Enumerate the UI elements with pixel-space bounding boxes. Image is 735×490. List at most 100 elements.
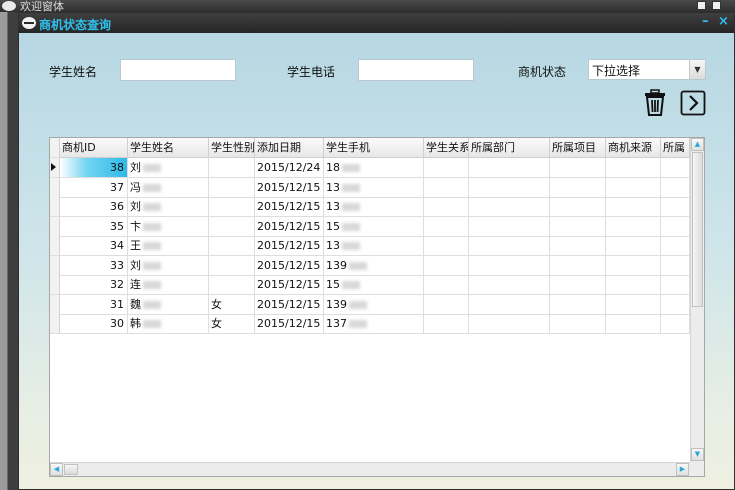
delete-button[interactable]	[642, 89, 668, 117]
table-cell[interactable]: 32	[60, 275, 128, 295]
table-cell[interactable]	[469, 275, 550, 295]
table-cell[interactable]	[661, 314, 690, 334]
table-cell[interactable]: 2015/12/15	[255, 216, 324, 237]
table-cell[interactable]: 魏	[128, 294, 209, 315]
table-cell[interactable]: 2015/12/15	[255, 314, 324, 334]
horizontal-scroll-thumb[interactable]	[64, 464, 78, 475]
table-cell[interactable]	[424, 158, 469, 178]
column-header[interactable]: 学生性别	[209, 138, 255, 158]
table-cell[interactable]	[606, 255, 661, 276]
table-cell[interactable]	[550, 216, 606, 237]
outer-minimize-button[interactable]	[697, 1, 706, 10]
row-header[interactable]	[50, 216, 60, 237]
table-cell[interactable]	[209, 255, 255, 276]
row-header[interactable]	[50, 275, 60, 295]
table-cell[interactable]	[550, 197, 606, 217]
column-header[interactable]: 商机来源	[606, 138, 661, 158]
table-cell[interactable]	[606, 294, 661, 315]
table-cell[interactable]	[424, 275, 469, 295]
table-cell[interactable]: 137	[324, 314, 424, 334]
column-header[interactable]: 学生手机	[324, 138, 424, 158]
table-cell[interactable]	[424, 294, 469, 315]
table-cell[interactable]	[209, 177, 255, 198]
table-cell[interactable]: 韩	[128, 314, 209, 334]
table-cell[interactable]: 139	[324, 294, 424, 315]
table-cell[interactable]: 36	[60, 197, 128, 217]
table-cell[interactable]	[606, 216, 661, 237]
table-cell[interactable]	[550, 255, 606, 276]
table-cell[interactable]	[424, 255, 469, 276]
table-cell[interactable]: 15	[324, 216, 424, 237]
table-cell[interactable]: 2015/12/24	[255, 158, 324, 178]
row-header[interactable]	[50, 294, 60, 315]
table-cell[interactable]	[661, 177, 690, 198]
table-cell[interactable]	[209, 275, 255, 295]
table-cell[interactable]: 34	[60, 236, 128, 256]
table-cell[interactable]: 2015/12/15	[255, 236, 324, 256]
table-cell[interactable]: 13	[324, 236, 424, 256]
table-cell[interactable]: 女	[209, 294, 255, 315]
table-cell[interactable]	[209, 236, 255, 256]
table-cell[interactable]	[469, 294, 550, 315]
table-cell[interactable]	[661, 236, 690, 256]
opportunity-grid[interactable]: 商机ID 学生姓名 学生性别 添加日期 学生手机 学生关系 所属部门 所属项目 商机来源 所属 38…	[49, 137, 705, 477]
column-header[interactable]: 所属	[661, 138, 690, 158]
chevron-down-icon[interactable]: ▼	[689, 60, 705, 79]
column-header[interactable]: 学生关系	[424, 138, 469, 158]
horizontal-scrollbar[interactable]: ◀ ▶	[50, 462, 690, 476]
table-cell[interactable]	[469, 177, 550, 198]
vertical-scrollbar[interactable]: ▲ ▼	[690, 138, 704, 462]
table-cell[interactable]: 刘	[128, 197, 209, 217]
scroll-down-button[interactable]: ▼	[691, 448, 704, 461]
table-cell[interactable]	[606, 236, 661, 256]
table-cell[interactable]: 2015/12/15	[255, 255, 324, 276]
table-cell[interactable]	[550, 236, 606, 256]
scroll-up-button[interactable]: ▲	[691, 138, 704, 151]
table-cell[interactable]	[424, 197, 469, 217]
table-cell[interactable]	[424, 314, 469, 334]
table-cell[interactable]	[469, 197, 550, 217]
table-cell[interactable]	[606, 197, 661, 217]
table-cell[interactable]	[661, 197, 690, 217]
table-cell[interactable]	[606, 314, 661, 334]
student-name-input[interactable]	[120, 59, 236, 81]
table-cell[interactable]: 33	[60, 255, 128, 276]
table-cell[interactable]	[606, 275, 661, 295]
table-cell[interactable]: 2015/12/15	[255, 294, 324, 315]
table-cell[interactable]	[469, 158, 550, 178]
scroll-right-button[interactable]: ▶	[676, 463, 689, 476]
table-cell[interactable]	[209, 216, 255, 237]
table-cell[interactable]: 15	[324, 275, 424, 295]
column-header[interactable]: 学生姓名	[128, 138, 209, 158]
row-header[interactable]	[50, 197, 60, 217]
vertical-scroll-thumb[interactable]	[692, 152, 703, 307]
table-cell[interactable]	[606, 177, 661, 198]
status-dropdown[interactable]: 下拉选择 ▼	[588, 59, 706, 80]
table-cell[interactable]	[550, 294, 606, 315]
table-cell[interactable]	[606, 158, 661, 178]
student-phone-input[interactable]	[358, 59, 474, 81]
column-header[interactable]: 添加日期	[255, 138, 324, 158]
table-cell[interactable]: 37	[60, 177, 128, 198]
row-header[interactable]	[50, 255, 60, 276]
table-cell[interactable]	[550, 158, 606, 178]
table-cell[interactable]	[550, 177, 606, 198]
row-header[interactable]	[50, 314, 60, 334]
column-header[interactable]: 商机ID	[60, 138, 128, 158]
table-cell[interactable]	[469, 236, 550, 256]
table-cell[interactable]	[469, 314, 550, 334]
table-cell[interactable]: 35	[60, 216, 128, 237]
table-cell[interactable]: 18	[324, 158, 424, 178]
table-cell[interactable]	[661, 158, 690, 178]
table-cell[interactable]: 2015/12/15	[255, 275, 324, 295]
row-header[interactable]	[50, 236, 60, 256]
column-header[interactable]: 所属部门	[469, 138, 550, 158]
table-cell[interactable]: 女	[209, 314, 255, 334]
table-cell[interactable]	[661, 294, 690, 315]
table-cell[interactable]	[209, 158, 255, 178]
table-cell[interactable]	[469, 255, 550, 276]
table-cell[interactable]	[424, 216, 469, 237]
next-button[interactable]	[680, 90, 706, 118]
table-cell[interactable]	[209, 197, 255, 217]
table-cell[interactable]: 2015/12/15	[255, 177, 324, 198]
